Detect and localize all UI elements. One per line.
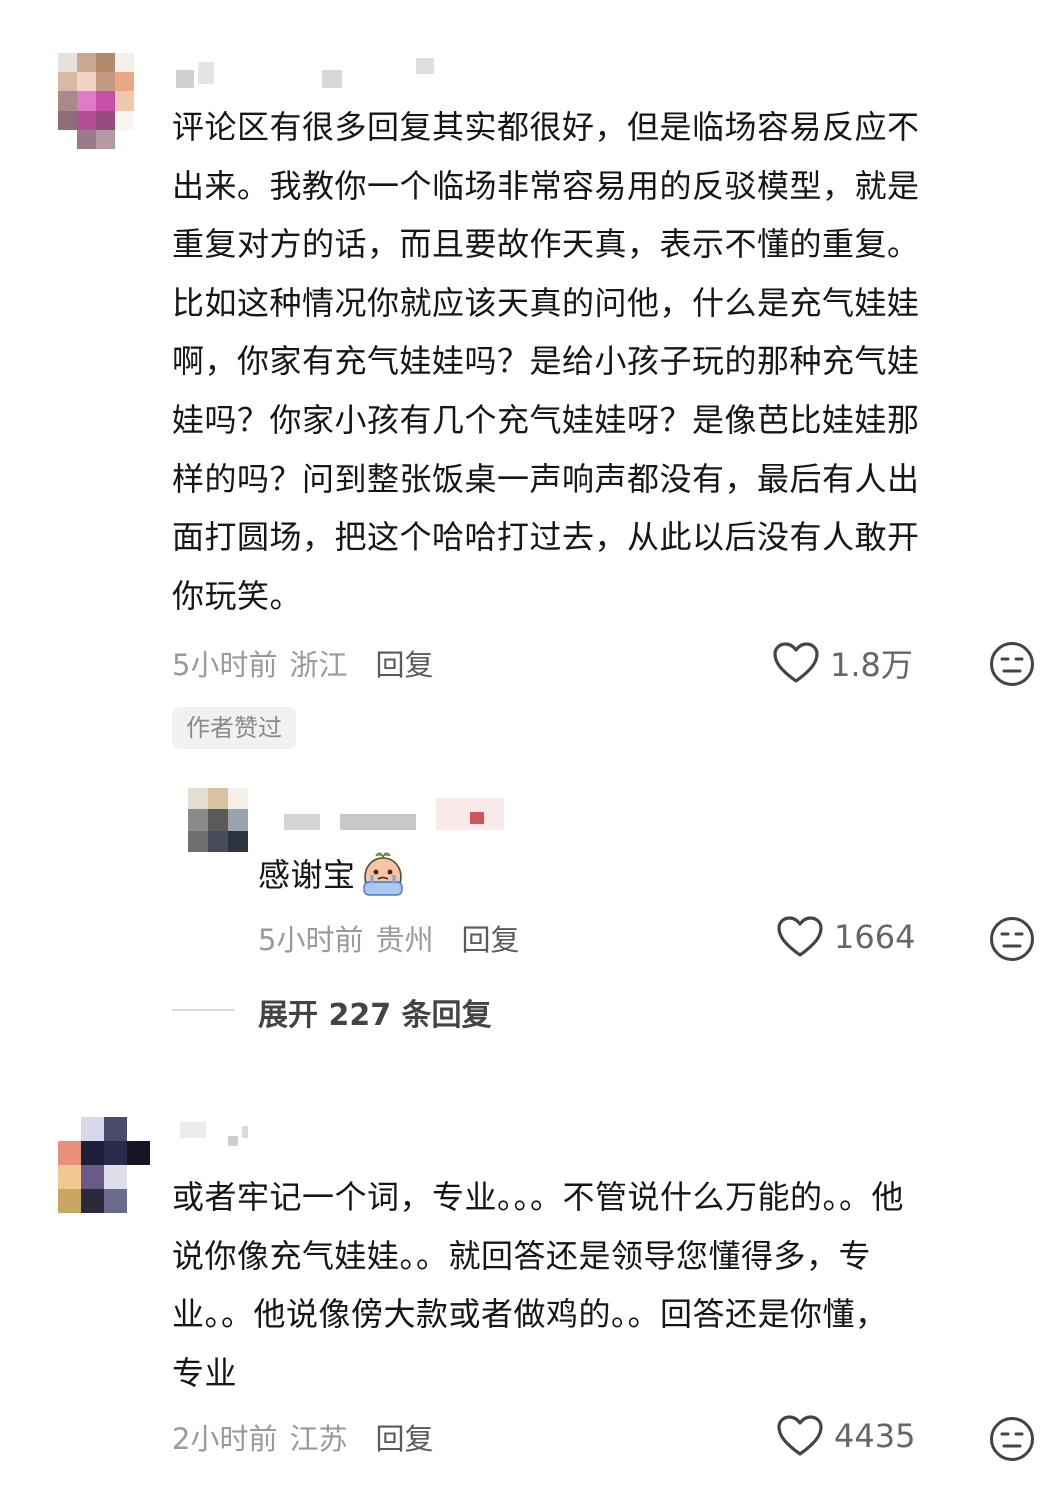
crying-emoji-icon — [362, 852, 403, 896]
reply-time: 5小时前 — [258, 923, 364, 957]
avatar[interactable] — [58, 1117, 150, 1213]
reply-text: 感谢宝 — [258, 856, 356, 894]
author-liked-badge: 作者赞过 — [172, 707, 296, 749]
comment-text: 或者牢记一个词，专业。。。不管说什么万能的。。他 说你像充气娃娃。。就回答还是领… — [172, 1178, 905, 1392]
expand-replies-button[interactable]: 展开 227 条回复 — [258, 990, 492, 1034]
reply-button[interactable]: 回复 — [375, 1422, 433, 1456]
reply-avatar[interactable] — [188, 788, 248, 852]
reply-meta: 5小时前 贵州 回复 — [258, 917, 519, 959]
comment-meta: 5小时前 浙江 回复 — [172, 642, 433, 684]
heart-outline-icon — [777, 916, 823, 957]
reply-username[interactable] — [258, 796, 518, 836]
comment-meta: 2小时前 江苏 回复 — [172, 1416, 433, 1458]
username[interactable] — [172, 58, 452, 92]
reply-like-count: 1664 — [834, 918, 916, 956]
comment-time: 5小时前 — [172, 648, 278, 682]
like-button[interactable]: 4435 — [776, 1414, 915, 1458]
like-count: 1.8万 — [830, 646, 913, 684]
neutral-face-icon[interactable] — [989, 916, 1035, 962]
expand-divider — [172, 1009, 234, 1011]
reply-like-button[interactable]: 1664 — [776, 915, 915, 959]
comment-location: 浙江 — [289, 648, 348, 682]
comment-location: 江苏 — [289, 1422, 348, 1456]
reply-location: 贵州 — [375, 923, 434, 957]
reply-reply-button[interactable]: 回复 — [461, 923, 519, 957]
neutral-face-icon[interactable] — [989, 641, 1035, 687]
like-button[interactable]: 1.8万 — [772, 640, 913, 686]
heart-outline-icon — [777, 1415, 823, 1456]
like-count: 4435 — [834, 1417, 916, 1455]
reply-text-row: 感谢宝 — [258, 848, 408, 902]
reply-button[interactable]: 回复 — [375, 648, 433, 682]
comment-text: 评论区有很多回复其实都很好，但是临场容易反应不 出来。我教你一个临场非常容易用的… — [172, 108, 920, 615]
avatar[interactable] — [58, 53, 134, 149]
username[interactable] — [172, 1118, 272, 1148]
comment-time: 2小时前 — [172, 1422, 278, 1456]
heart-outline-icon — [773, 642, 819, 683]
neutral-face-icon[interactable] — [989, 1416, 1035, 1462]
